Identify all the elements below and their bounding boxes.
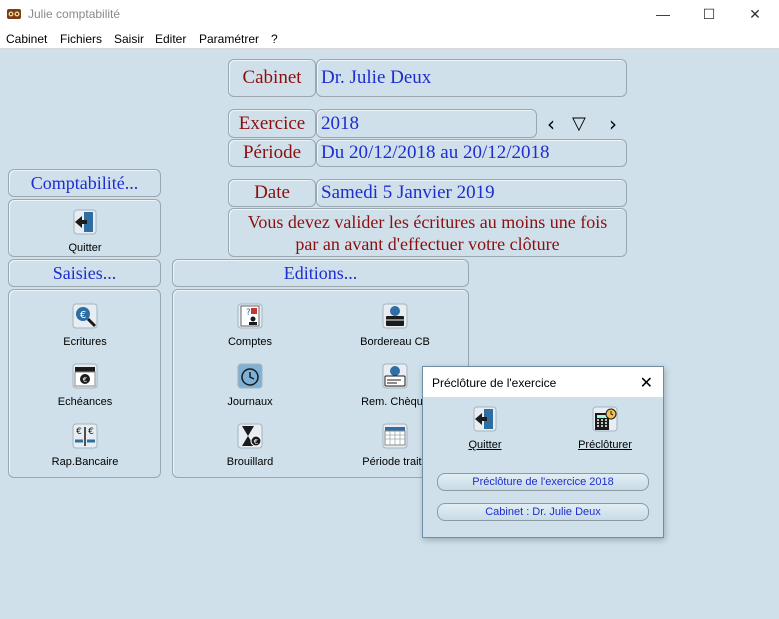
calculator-clock-icon [592,406,618,432]
comptes-label: Comptes [227,336,273,348]
precloturer-button[interactable]: Préclôturer [555,405,655,451]
calendar-money-icon: € [72,363,98,389]
rapprochement-bancaire-label: Rap.Bancaire [51,456,119,468]
precloture-exercise-button[interactable]: Préclôture de l'exercice 2018 [437,473,649,491]
periode-label: Période [228,139,316,167]
exercice-value: 2018 [316,109,537,138]
cabinet-value: Dr. Julie Deux [316,59,627,97]
saisies-panel: € Ecritures € Echéances € € Rap.Bancaire [8,289,161,478]
dialog-title-bar: Préclôture de l'exercice ✕ [423,367,663,397]
previous-year-icon[interactable]: ‹ [547,112,555,136]
menu-fichiers[interactable]: Fichiers [60,32,102,46]
next-year-icon[interactable]: › [609,112,617,136]
svg-text:?: ? [246,308,251,318]
echeances-button[interactable]: € Echéances [35,362,135,408]
close-button[interactable]: ✕ [732,0,778,30]
credit-card-icon [382,303,408,329]
periode-value: Du 20/12/2018 au 20/12/2018 [316,139,627,167]
journal-clock-icon [237,363,263,389]
rapprochement-bancaire-button[interactable]: € € Rap.Bancaire [35,422,135,468]
menu-help[interactable]: ? [271,32,278,46]
date-label: Date [228,179,316,207]
menu-editer[interactable]: Editer [155,32,186,46]
close-icon: ✕ [749,6,761,22]
title-bar: Julie comptabilité — ☐ ✕ [0,0,779,30]
comptabilite-panel: Quitter [8,199,161,257]
dropdown-year-icon[interactable]: ▽ [572,113,586,134]
dialog-quit-button[interactable]: Quitter [435,405,535,451]
comptabilite-section-title[interactable]: Comptabilité... [8,169,161,197]
exercice-label: Exercice [228,109,316,138]
maximize-button[interactable]: ☐ [686,0,732,30]
echeances-label: Echéances [57,396,113,408]
minimize-icon: — [656,6,670,22]
calendar-grid-icon [382,423,408,449]
cabinet-label: Cabinet [228,59,316,97]
main-area: Cabinet Dr. Julie Deux Exercice 2018 ‹ ▽… [0,49,779,619]
precloture-dialog: Préclôture de l'exercice ✕ Quitter Précl… [422,366,664,538]
maximize-icon: ☐ [702,6,716,22]
bordereau-cb-button[interactable]: Bordereau CB [345,302,445,348]
app-logo-icon [7,9,21,19]
brouillard-label: Brouillard [226,456,274,468]
menu-cabinet[interactable]: Cabinet [6,32,47,46]
svg-text:€: € [254,438,258,446]
accounts-card-icon: ? [237,303,263,329]
svg-text:€: € [80,310,86,321]
saisies-section-title[interactable]: Saisies... [8,259,161,287]
window-title: Julie comptabilité [28,7,121,21]
svg-text:€: € [83,376,87,384]
date-value: Samedi 5 Janvier 2019 [316,179,627,207]
hourglass-money-icon: € [237,423,263,449]
exit-door-icon [473,406,497,432]
dialog-title: Préclôture de l'exercice [432,376,557,390]
cheque-icon [382,363,408,389]
journaux-button[interactable]: Journaux [200,362,300,408]
bank-reconciliation-icon: € € [72,423,98,449]
exit-door-icon [73,209,97,235]
dialog-close-icon[interactable]: ✕ [640,373,653,392]
ecritures-label: Ecritures [63,336,107,348]
dialog-quit-label: Quitter [468,439,502,451]
ecritures-button[interactable]: € Ecritures [35,302,135,348]
menu-saisir[interactable]: Saisir [114,32,144,46]
quit-app-label: Quitter [68,242,102,254]
comptes-button[interactable]: ? Comptes [200,302,300,348]
quit-app-button[interactable]: Quitter [35,208,135,254]
editions-section-title[interactable]: Editions... [172,259,469,287]
menu-bar: Cabinet Fichiers Saisir Editer Paramétre… [0,30,779,49]
svg-text:€: € [88,427,94,437]
journaux-label: Journaux [227,396,273,408]
search-money-icon: € [72,303,98,329]
dialog-cabinet-button[interactable]: Cabinet : Dr. Julie Deux [437,503,649,521]
bordereau-cb-label: Bordereau CB [360,336,430,348]
closing-reminder-message: Vous devez valider les écritures au moin… [228,208,627,257]
brouillard-button[interactable]: € Brouillard [200,422,300,468]
precloturer-label: Préclôturer [578,439,632,451]
minimize-button[interactable]: — [640,0,686,30]
svg-text:€: € [76,427,82,437]
menu-parametrer[interactable]: Paramétrer [199,32,259,46]
